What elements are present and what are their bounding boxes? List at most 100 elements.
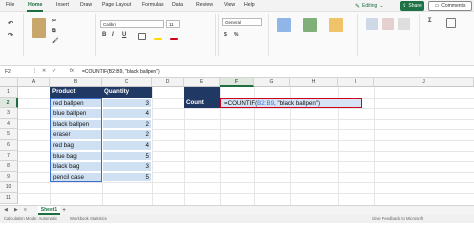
formula-suffix: , "black ballpen") <box>274 99 321 107</box>
column-header-e[interactable]: E <box>184 78 220 87</box>
product-cell[interactable]: eraser <box>50 129 102 140</box>
tab-page-layout[interactable]: Page Layout <box>102 2 131 8</box>
column-header-h[interactable]: H <box>290 78 338 87</box>
header-product[interactable]: Product <box>50 87 102 98</box>
ribbon: ↶ ↷ ✂ ⧉ 🖌 Calibri 11 B I U General $ % Σ <box>0 12 474 66</box>
row-header-11[interactable]: 11 <box>0 193 18 204</box>
quantity-cell[interactable]: 2 <box>102 129 152 140</box>
more-icon: ⋮ <box>32 68 37 74</box>
count-label[interactable]: Count <box>184 97 220 109</box>
tab-review[interactable]: Review <box>196 2 213 8</box>
worksheet-grid[interactable]: A B C D E F G H I J 1 2 3 4 5 6 7 8 9 10… <box>0 78 474 205</box>
italic-icon[interactable]: I <box>112 32 114 38</box>
row-header-2[interactable]: 2 <box>0 97 18 109</box>
column-header-g[interactable]: G <box>254 78 290 87</box>
column-header-i[interactable]: I <box>338 78 374 87</box>
tab-view[interactable]: View <box>224 2 235 8</box>
column-header-d[interactable]: D <box>152 78 184 87</box>
select-all-corner[interactable] <box>0 78 18 87</box>
scroll-right-icon[interactable]: ▶ <box>14 207 18 213</box>
format-as-table-icon[interactable] <box>303 18 317 32</box>
quantity-cell[interactable]: 2 <box>102 118 152 130</box>
tab-file[interactable]: File <box>6 2 14 8</box>
product-cell[interactable]: blue ballpen <box>50 108 102 119</box>
conditional-formatting-icon[interactable] <box>277 18 291 32</box>
tab-formulas[interactable]: Formulas <box>142 2 164 8</box>
tab-data[interactable]: Data <box>172 2 183 8</box>
tab-draw[interactable]: Draw <box>80 2 92 8</box>
format-cells-icon[interactable] <box>398 18 410 30</box>
give-feedback-link[interactable]: Give Feedback to Microsoft <box>372 215 423 223</box>
gridline <box>18 193 474 194</box>
cell-styles-icon[interactable] <box>329 18 343 32</box>
name-box[interactable]: F2 <box>2 68 28 76</box>
confirm-icon[interactable]: ✓ <box>52 68 56 74</box>
column-header-b[interactable]: B <box>50 78 102 87</box>
quantity-cell[interactable]: 5 <box>102 150 152 162</box>
quantity-cell[interactable]: 4 <box>102 140 152 151</box>
row-header-9[interactable]: 9 <box>0 171 18 183</box>
product-cell[interactable]: blue bag <box>50 150 102 162</box>
row-header-5[interactable]: 5 <box>0 129 18 140</box>
cancel-icon[interactable]: ✕ <box>42 68 46 74</box>
underline-icon[interactable]: U <box>122 32 126 38</box>
product-cell[interactable]: black bag <box>50 161 102 172</box>
formula-input[interactable]: =COUNTIF(B2:B9, "black ballpen") <box>82 68 160 76</box>
delete-cells-icon[interactable] <box>382 18 394 30</box>
cut-icon[interactable]: ✂ <box>52 18 56 24</box>
product-cell[interactable]: red ballpen <box>50 97 102 109</box>
share-button[interactable]: ⇪ Share <box>400 1 424 11</box>
currency-icon[interactable]: $ <box>224 32 227 38</box>
undo-icon[interactable]: ↶ <box>8 20 13 27</box>
undo-group: ↶ ↷ <box>2 14 24 56</box>
row-header-1[interactable]: 1 <box>0 87 18 98</box>
quantity-cell[interactable]: 4 <box>102 108 152 119</box>
row-header-10[interactable]: 10 <box>0 182 18 193</box>
column-header-c[interactable]: C <box>102 78 152 87</box>
tab-home[interactable]: Home <box>28 2 42 8</box>
function-icon[interactable]: fx <box>70 68 74 74</box>
column-header-a[interactable]: A <box>18 78 50 87</box>
tab-insert[interactable]: Insert <box>56 2 69 8</box>
find-icon[interactable] <box>446 18 456 28</box>
font-color-icon[interactable] <box>170 38 178 40</box>
tab-help[interactable]: Help <box>244 2 255 8</box>
row-header-8[interactable]: 8 <box>0 161 18 172</box>
gridline <box>18 182 474 184</box>
format-painter-icon[interactable]: 🖌 <box>52 38 58 44</box>
percent-icon[interactable]: % <box>234 32 238 38</box>
scroll-left-icon[interactable]: ◀ <box>4 207 8 213</box>
autosum-icon[interactable]: Σ <box>428 18 432 24</box>
quantity-cell[interactable]: 5 <box>102 171 152 183</box>
copy-icon[interactable]: ⧉ <box>52 28 56 34</box>
column-header-f[interactable]: F <box>220 78 254 87</box>
sheet-tab-sheet1[interactable]: Sheet1 <box>38 206 60 215</box>
styles-group <box>268 14 358 56</box>
quantity-cell[interactable]: 3 <box>102 161 152 172</box>
quantity-cell[interactable]: 3 <box>102 97 152 109</box>
number-format-select[interactable]: General <box>222 18 262 26</box>
sheet-list-icon[interactable]: ≡ <box>24 207 27 213</box>
workbook-statistics[interactable]: Workbook Statistics <box>70 215 107 223</box>
editing-mode-button[interactable]: ✎ Editing ⌄ <box>355 2 384 11</box>
column-header-j[interactable]: J <box>374 78 474 87</box>
insert-cells-icon[interactable] <box>366 18 378 30</box>
font-name-select[interactable]: Calibri <box>100 20 164 28</box>
row-header-7[interactable]: 7 <box>0 150 18 162</box>
font-size-select[interactable]: 11 <box>166 20 180 28</box>
product-cell[interactable]: pencil case <box>50 171 102 183</box>
bold-icon[interactable]: B <box>102 32 106 38</box>
formula-cell[interactable]: =COUNTIF(B2:B9, "black ballpen") <box>220 97 362 109</box>
add-sheet-icon[interactable]: + <box>62 206 66 215</box>
comments-button[interactable]: ▭ Comments <box>428 1 472 11</box>
paste-icon[interactable] <box>32 18 46 38</box>
row-header-4[interactable]: 4 <box>0 118 18 130</box>
row-header-6[interactable]: 6 <box>0 140 18 151</box>
product-cell[interactable]: red bag <box>50 140 102 151</box>
fill-color-icon[interactable] <box>154 38 162 40</box>
row-header-3[interactable]: 3 <box>0 108 18 119</box>
borders-icon[interactable] <box>138 33 146 40</box>
redo-icon[interactable]: ↷ <box>8 32 13 39</box>
product-cell[interactable]: black ballpen <box>50 118 102 130</box>
header-quantity[interactable]: Quantity <box>102 87 152 98</box>
